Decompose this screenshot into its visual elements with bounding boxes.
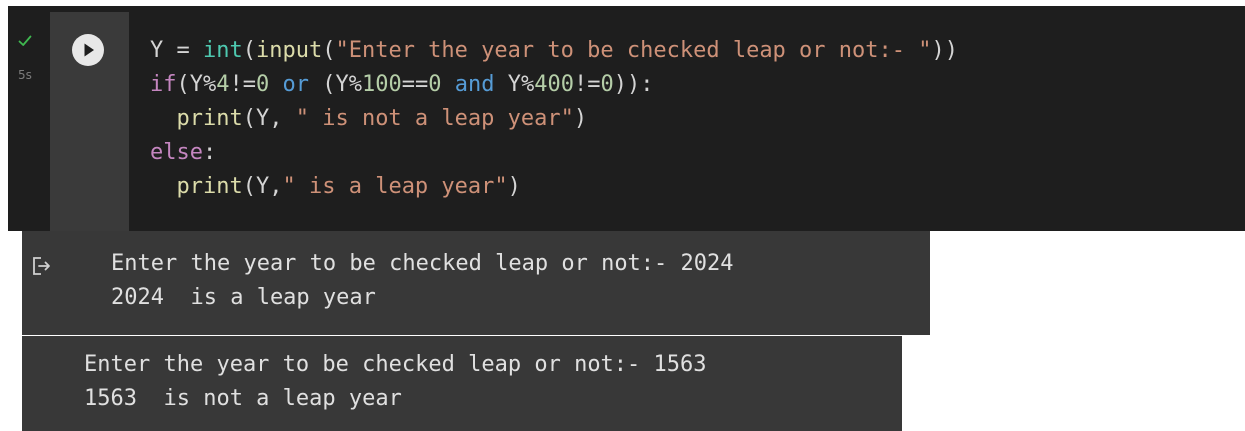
code-token: or [282,72,310,97]
code-token: print [176,106,243,131]
run-cell-button[interactable] [72,34,104,66]
code-token: " is not a leap year" [295,106,574,131]
code-token: if [150,72,177,97]
output-2-text: Enter the year to be checked leap or not… [84,348,707,416]
code-line-5: print(Y," is a leap year") [150,170,958,204]
output-line: 1563 is not a leap year [84,386,402,411]
code-token: 400 [534,72,574,97]
code-token: and [454,72,495,97]
code-token: ) [573,106,588,131]
output-line: 2024 is a leap year [111,285,376,310]
code-token: 100 [361,72,402,97]
output-redirect-icon[interactable] [30,254,54,278]
code-token: " is a leap year" [282,174,508,199]
code-token: Y% [494,72,535,97]
code-token: ( [242,38,256,63]
output-1-text: Enter the year to be checked leap or not… [111,247,734,315]
code-token: (Y% [176,72,217,97]
code-token: : [202,140,217,165]
code-token: != [573,72,601,97]
code-token: Y = [150,38,203,63]
check-icon [18,35,32,46]
code-token: 0 [600,72,614,97]
execution-time: 5s [18,68,32,82]
code-token: else [150,140,203,165]
code-line-3: print(Y, " is not a leap year") [150,102,958,136]
code-line-2: if(Y%4!=0 or (Y%100==0 and Y%400!=0)): [150,68,958,102]
play-icon [84,43,94,57]
code-token: )) [931,38,959,63]
code-cell[interactable]: 5s Y = int(input("Enter the year to be c… [8,6,1245,231]
output-line: Enter the year to be checked leap or not… [84,352,707,377]
code-token: print [176,174,243,199]
code-token: ( [322,38,336,63]
code-token: 4 [216,72,230,97]
code-token: (Y% [309,72,362,97]
code-token: ) [507,174,521,199]
code-token: 0 [428,72,442,97]
code-token: (Y, [242,106,296,131]
code-line-4: else: [150,136,958,170]
code-editor[interactable]: Y = int(input("Enter the year to be chec… [150,34,958,204]
code-token: == [401,72,429,97]
code-token: int [202,38,243,63]
code-token: "Enter the year to be checked leap or no… [335,38,932,63]
code-token: (Y, [242,174,283,199]
output-line: Enter the year to be checked leap or not… [111,251,734,276]
code-token: input [255,38,323,63]
code-token: )): [613,72,654,97]
code-line-1: Y = int(input("Enter the year to be chec… [150,34,958,68]
code-token: 0 [256,72,270,97]
code-token: != [229,72,257,97]
